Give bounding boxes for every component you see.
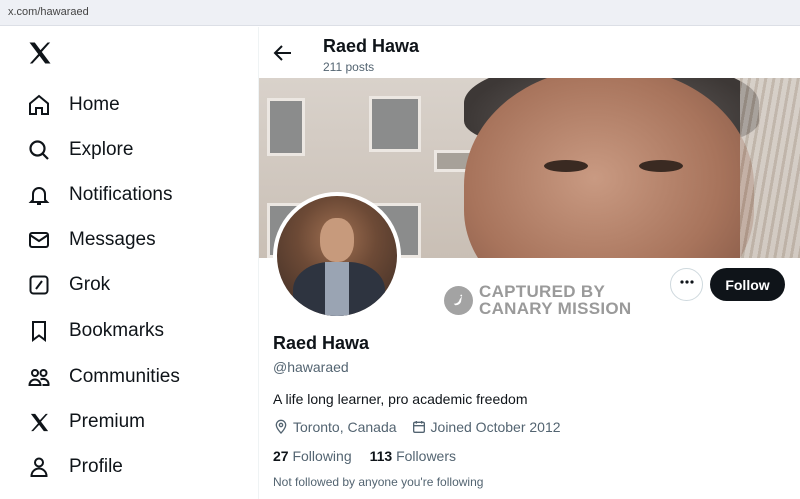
banner-eye <box>544 160 588 172</box>
location-text: Toronto, Canada <box>293 419 397 435</box>
location-pin-icon <box>275 419 287 434</box>
search-icon <box>26 137 52 163</box>
banner-window <box>267 98 305 156</box>
avatar-shirt <box>325 262 349 316</box>
sidebar-item-profile[interactable]: Profile <box>26 450 123 484</box>
sidebar-item-grok[interactable]: Grok <box>26 268 110 302</box>
banner-window <box>369 96 421 152</box>
profile-handle: @hawaraed <box>273 359 349 375</box>
mail-icon <box>26 227 52 253</box>
browser-url-bar[interactable]: x.com/hawaraed <box>0 0 800 26</box>
bell-icon <box>26 182 52 208</box>
post-count: 211 posts <box>323 60 375 74</box>
sidebar-item-home[interactable]: Home <box>26 88 120 122</box>
sidebar-item-premium[interactable]: Premium <box>26 405 145 439</box>
followers-count: 113 <box>369 448 393 464</box>
followed-by-note: Not followed by anyone you're following <box>273 475 484 489</box>
grok-icon <box>26 272 52 298</box>
following-label: Following <box>292 448 352 464</box>
x-logo-icon[interactable] <box>26 39 54 67</box>
profile-stats: 27 Following 113 Followers <box>273 448 474 464</box>
back-arrow-icon[interactable] <box>271 41 295 65</box>
avatar[interactable] <box>273 192 401 320</box>
location-item: Toronto, Canada <box>273 419 397 435</box>
sidebar-item-label: Messages <box>69 229 156 250</box>
sidebar-item-label: Home <box>69 94 120 115</box>
following-count: 27 <box>273 448 289 464</box>
url-text[interactable]: x.com/hawaraed <box>8 6 89 18</box>
sidebar-item-label: Explore <box>69 139 134 160</box>
profile-name: Raed Hawa <box>273 333 370 353</box>
bookmark-icon <box>26 318 52 344</box>
watermark-text: CAPTURED BY CANARY MISSION <box>479 283 632 317</box>
sidebar-item-bookmarks[interactable]: Bookmarks <box>26 314 164 348</box>
joined-item: Joined October 2012 <box>411 419 561 435</box>
followers-label: Followers <box>396 448 456 464</box>
profile-bio: A life long learner, pro academic freedo… <box>273 391 528 407</box>
profile-meta: Toronto, Canada Joined October 2012 <box>273 419 575 435</box>
sidebar-item-label: Premium <box>69 411 146 432</box>
sidebar-item-label: Profile <box>69 456 123 477</box>
home-icon <box>26 92 52 118</box>
joined-text: Joined October 2012 <box>430 419 561 435</box>
watermark-line-2: CANARY MISSION <box>479 299 632 318</box>
follow-button[interactable]: Follow <box>710 268 785 301</box>
sidebar-item-label: Notifications <box>69 184 173 205</box>
page-title: Raed Hawa <box>323 36 420 56</box>
following-link[interactable]: 27 Following <box>273 448 352 464</box>
sidebar-item-communities[interactable]: Communities <box>26 360 180 394</box>
bird-icon <box>444 285 473 315</box>
followers-link[interactable]: 113 Followers <box>370 448 456 464</box>
sidebar-item-label: Communities <box>69 366 180 387</box>
watermark-line-1: CAPTURED BY <box>479 282 606 301</box>
sidebar-item-messages[interactable]: Messages <box>26 223 156 257</box>
person-icon <box>26 454 52 480</box>
sidebar-item-notifications[interactable]: Notifications <box>26 178 173 212</box>
watermark: CAPTURED BY CANARY MISSION <box>444 283 632 317</box>
sidebar: Home Explore Notifications Messages Grok… <box>0 27 258 499</box>
profile-column: Raed Hawa 211 posts Follow CAPTURED BY C… <box>259 27 800 499</box>
communities-icon <box>26 364 52 390</box>
banner-tree <box>740 78 800 258</box>
more-options-button[interactable] <box>670 268 703 301</box>
avatar-face <box>320 218 354 262</box>
banner-eye <box>639 160 683 172</box>
banner-face <box>464 78 754 258</box>
sidebar-item-label: Bookmarks <box>69 320 165 341</box>
sidebar-item-label: Grok <box>69 274 111 295</box>
calendar-icon <box>412 421 425 433</box>
sidebar-item-explore[interactable]: Explore <box>26 133 133 167</box>
x-logo-icon <box>26 409 52 435</box>
more-dots-icon <box>679 274 695 295</box>
